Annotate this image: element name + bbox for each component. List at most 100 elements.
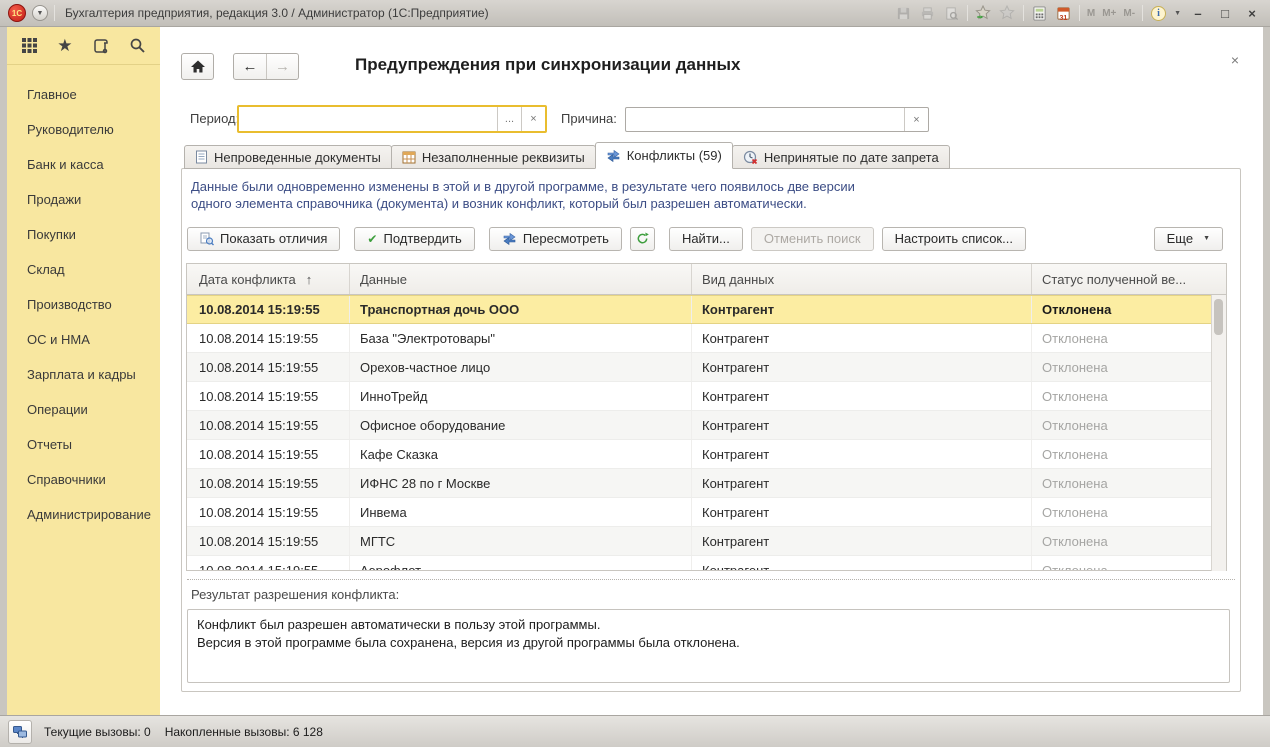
table-row[interactable]: 10.08.2014 15:19:55 База "Электротовары"… [187,324,1226,353]
sidebar-item-pokupki[interactable]: Покупки [7,217,160,252]
back-arrow-icon: ← [242,58,257,75]
cell-kind: Контрагент [692,527,1032,555]
cell-date: 10.08.2014 15:19:55 [187,527,350,555]
calendar-day-label: 31 [1055,15,1072,22]
button-label: Подтвердить [383,231,461,246]
table-row[interactable]: 10.08.2014 15:19:55 ИФНС 28 по г Москве … [187,469,1226,498]
table-row-partial[interactable]: 10.08.2014 15:19:55 Аэрофлот Контрагент … [187,556,1226,570]
table-row[interactable]: 10.08.2014 15:19:55 Кафе Сказка Контраге… [187,440,1226,469]
favorites-star-icon[interactable]: ★ [57,37,72,54]
cell-status: Отклонена [1032,440,1198,468]
cell-status: Отклонена [1032,556,1198,570]
show-differences-button[interactable]: Показать отличия [187,227,340,251]
tab-conflicts[interactable]: Конфликты (59) [595,142,733,169]
print-preview-icon[interactable] [943,5,960,22]
sidebar-item-proizvodstvo[interactable]: Производство [7,287,160,322]
sidebar-item-rukovoditelyu[interactable]: Руководителю [7,112,160,147]
table-row[interactable]: 10.08.2014 15:19:55 Транспортная дочь ОО… [187,295,1226,324]
column-header-date[interactable]: Дата конфликта ↑ [187,264,350,294]
cell-data: Офисное оборудование [350,411,692,439]
sidebar-item-glavnoe[interactable]: Главное [7,77,160,112]
1c-logo-icon[interactable]: 1С [8,4,26,22]
column-header-kind[interactable]: Вид данных [692,264,1032,294]
sidebar-item-sklad[interactable]: Склад [7,252,160,287]
forward-button[interactable]: → [266,54,298,79]
cell-date: 10.08.2014 15:19:55 [187,296,350,323]
sidebar-item-spravochniki[interactable]: Справочники [7,462,160,497]
table-row[interactable]: 10.08.2014 15:19:55 Офисное оборудование… [187,411,1226,440]
table-row[interactable]: 10.08.2014 15:19:55 Орехов-частное лицо … [187,353,1226,382]
result-line1: Конфликт был разрешен автоматически в по… [197,616,1220,634]
sections-grid-icon[interactable] [21,37,38,54]
add-to-favorites-icon[interactable] [975,5,992,22]
cell-date: 10.08.2014 15:19:55 [187,498,350,526]
table-row[interactable]: 10.08.2014 15:19:55 Инвема Контрагент От… [187,498,1226,527]
configure-list-button[interactable]: Настроить список... [882,227,1026,251]
home-button[interactable] [181,53,214,80]
cell-kind: Контрагент [692,556,1032,570]
favorites-icon[interactable] [999,5,1016,22]
form-close-icon[interactable]: × [1231,52,1239,68]
memory-m-button[interactable]: M [1087,8,1095,19]
sidebar-item-zarplata-i-kadry[interactable]: Зарплата и кадры [7,357,160,392]
info-icon[interactable]: i [1150,5,1167,22]
reason-clear-button[interactable]: × [904,108,928,131]
memory-mplus-button[interactable]: M+ [1102,8,1116,19]
memory-mminus-button[interactable]: M- [1123,8,1135,19]
column-label: Вид данных [702,272,774,287]
tab-rejected-by-date[interactable]: Непринятые по дате запрета [732,145,950,169]
sidebar-item-operacii[interactable]: Операции [7,392,160,427]
sidebar-item-os-i-nma[interactable]: ОС и НМА [7,322,160,357]
refresh-button[interactable] [630,227,655,251]
back-button[interactable]: ← [234,54,266,79]
calendar-icon[interactable]: 31 [1055,5,1072,22]
system-menu-dropdown[interactable]: ▼ [32,5,48,21]
period-picker-button[interactable]: ... [497,107,521,131]
sidebar-item-bank-i-kassa[interactable]: Банк и касса [7,147,160,182]
history-scroll-icon[interactable] [92,37,110,55]
close-button[interactable]: × [1242,6,1262,21]
cell-status: Отклонена [1032,353,1198,381]
cell-date: 10.08.2014 15:19:55 [187,440,350,468]
more-button[interactable]: Еще ▼ [1154,227,1223,251]
sidebar-item-administrirovanie[interactable]: Администрирование [7,497,160,532]
reason-input[interactable] [626,108,904,131]
find-button[interactable]: Найти... [669,227,743,251]
sidebar-item-otchety[interactable]: Отчеты [7,427,160,462]
divider [1023,5,1024,21]
button-label: Пересмотреть [523,231,609,246]
table-row[interactable]: 10.08.2014 15:19:55 ИнноТрейд Контрагент… [187,382,1226,411]
cancel-search-button[interactable]: Отменить поиск [751,227,874,251]
cell-date: 10.08.2014 15:19:55 [187,353,350,381]
search-icon[interactable] [129,37,146,54]
print-icon[interactable] [919,5,936,22]
tab-unfilled-attributes[interactable]: Незаполненные реквизиты [391,145,596,169]
period-clear-button[interactable]: × [521,107,545,131]
save-icon[interactable] [895,5,912,22]
scrollbar-thumb[interactable] [1214,299,1223,335]
maximize-button[interactable]: □ [1215,6,1235,21]
calculator-icon[interactable] [1031,5,1048,22]
column-header-data[interactable]: Данные [350,264,692,294]
chevron-down-icon: ▼ [37,10,44,17]
info-dropdown-icon[interactable]: ▼ [1174,10,1181,17]
cell-kind: Контрагент [692,411,1032,439]
server-calls-icon[interactable] [8,720,32,744]
period-input[interactable] [239,107,497,131]
tab-unposted-documents[interactable]: Непроведенные документы [184,145,392,169]
chevron-down-icon: ▼ [1203,235,1210,242]
cell-status: Отклонена [1032,382,1198,410]
review-button[interactable]: Пересмотреть [489,227,622,251]
titlebar-actions: 31 M M+ M- i ▼ – □ × [895,5,1262,22]
vertical-scrollbar[interactable] [1211,295,1226,571]
cell-data: Орехов-частное лицо [350,353,692,381]
column-header-status[interactable]: Статус полученной ве... [1032,264,1213,294]
minimize-button[interactable]: – [1188,6,1208,21]
conflicts-table: Дата конфликта ↑ Данные Вид данных Стату… [186,263,1227,571]
cell-date: 10.08.2014 15:19:55 [187,411,350,439]
table-row[interactable]: 10.08.2014 15:19:55 МГТС Контрагент Откл… [187,527,1226,556]
sidebar-item-prodazhi[interactable]: Продажи [7,182,160,217]
splitter-handle[interactable] [187,579,1235,580]
result-text-box[interactable]: Конфликт был разрешен автоматически в по… [187,609,1230,683]
confirm-button[interactable]: ✔ Подтвердить [354,227,474,251]
